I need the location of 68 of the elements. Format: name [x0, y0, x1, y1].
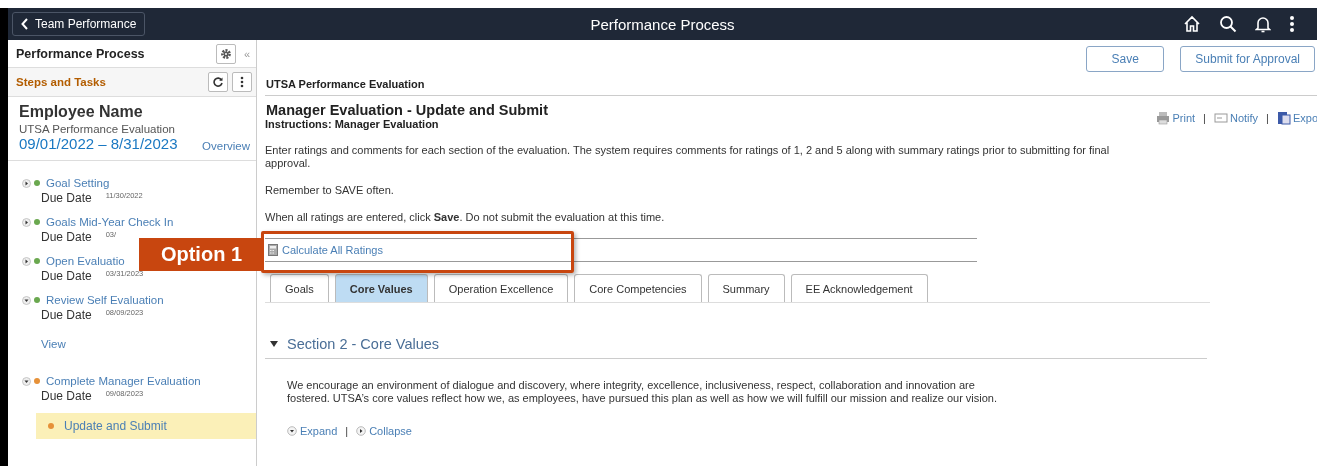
page-label: UTSA Performance Evaluation	[265, 72, 1317, 96]
callout-label: Option 1	[139, 238, 264, 271]
calculate-link[interactable]: Calculate All Ratings	[265, 244, 383, 256]
expand-link[interactable]: Expand	[287, 425, 338, 437]
search-icon[interactable]	[1219, 15, 1237, 33]
more-options-icon[interactable]	[1289, 15, 1295, 33]
tab[interactable]: Core Competencies	[574, 274, 702, 302]
collapse-button[interactable]: «	[239, 47, 256, 60]
step-link[interactable]: Goal Setting	[46, 177, 110, 189]
due-date-label: Due Date	[41, 269, 92, 283]
submit-button[interactable]: Submit for Approval	[1180, 46, 1315, 72]
page-heading: Manager Evaluation - Update and Submit	[265, 102, 548, 118]
plan-name: UTSA Performance Evaluation	[19, 123, 176, 135]
bell-icon[interactable]	[1255, 15, 1271, 33]
expand-toggle-icon[interactable]	[22, 217, 31, 227]
save-button[interactable]: Save	[1086, 46, 1165, 72]
task-item[interactable]: Update and Submit	[36, 413, 256, 439]
refresh-button[interactable]	[208, 72, 228, 92]
settings-button[interactable]	[215, 43, 236, 64]
chevron-left-icon	[21, 18, 29, 30]
collapse-toggle-icon[interactable]	[22, 376, 31, 386]
print-link[interactable]: Print	[1156, 111, 1196, 125]
separator: |	[1203, 112, 1206, 124]
separator: |	[1266, 112, 1269, 124]
tab[interactable]: Goals	[270, 274, 329, 302]
notify-link[interactable]: Notify	[1213, 111, 1259, 125]
more-options-icon	[240, 76, 244, 88]
instruction-text: When all ratings are entered, click Save. Do not submit the evaluation at this time.	[265, 211, 666, 224]
calculator-icon	[268, 244, 278, 256]
export-link[interactable]: Expo	[1276, 111, 1317, 125]
evaluation-period: 09/01/2022 – 8/31/2023	[19, 135, 178, 152]
expand-toggle-icon[interactable]	[22, 256, 31, 266]
tab[interactable]: Summary	[707, 274, 785, 302]
tab[interactable]: Core Values	[334, 274, 428, 302]
instruction-text: Remember to SAVE often.	[265, 184, 395, 197]
settings-icon	[219, 47, 232, 60]
expand-toggle-icon[interactable]	[22, 178, 31, 188]
more-button[interactable]	[232, 72, 252, 92]
back-button[interactable]: Team Performance	[12, 12, 146, 36]
tab[interactable]: EE Acknowledgement	[790, 274, 928, 302]
step-link[interactable]: Complete Manager Evaluation	[46, 375, 201, 387]
due-date-label: Due Date	[41, 308, 92, 322]
due-date-label: Due Date	[41, 191, 92, 205]
view-link[interactable]: View	[41, 338, 66, 350]
refresh-icon	[213, 77, 223, 87]
employee-name: Employee Name	[19, 103, 144, 121]
overview-link[interactable]: Overview	[202, 140, 250, 152]
collapse-toggle-icon[interactable]	[22, 295, 31, 305]
sidebar-title: Performance Process	[16, 46, 146, 61]
document-icon	[1276, 111, 1291, 125]
sidebar-subtitle: Steps and Tasks	[16, 76, 107, 88]
step-link[interactable]: Goals Mid-Year Check In	[46, 216, 174, 228]
envelope-icon	[1213, 111, 1228, 125]
collapse-link[interactable]: Collapse	[356, 425, 412, 437]
separator: |	[345, 425, 349, 437]
instructions-label: Instructions: Manager Evaluation	[265, 118, 440, 130]
page-title: Performance Process	[590, 15, 735, 33]
step-link[interactable]: Review Self Evaluation	[46, 294, 164, 306]
step-link[interactable]: Open Evaluatio	[46, 255, 125, 267]
printer-icon	[1156, 111, 1171, 125]
instruction-text: Enter ratings and comments for each section of the evaluation. The system requires comments for ratings of 1, 2 and 5 along with summary ratings prior to submitting for final approval.	[265, 144, 1110, 170]
collapse-triangle-icon[interactable]	[269, 340, 279, 348]
section-title: Section 2 - Core Values	[287, 336, 440, 352]
due-date-label: Due Date	[41, 230, 92, 244]
section-text: We encourage an environment of dialogue and discovery, where integrity, excellence, inclusiveness, respect, collaboration and innovation are fostered. UTSA’s core values reflect how we, as employees, have pursued this plan as well as how we will fulfill our mission and realize our vision.	[287, 379, 999, 405]
tab[interactable]: Operation Excellence	[433, 274, 569, 302]
due-date-label: Due Date	[41, 389, 92, 403]
home-icon[interactable]	[1183, 15, 1201, 33]
